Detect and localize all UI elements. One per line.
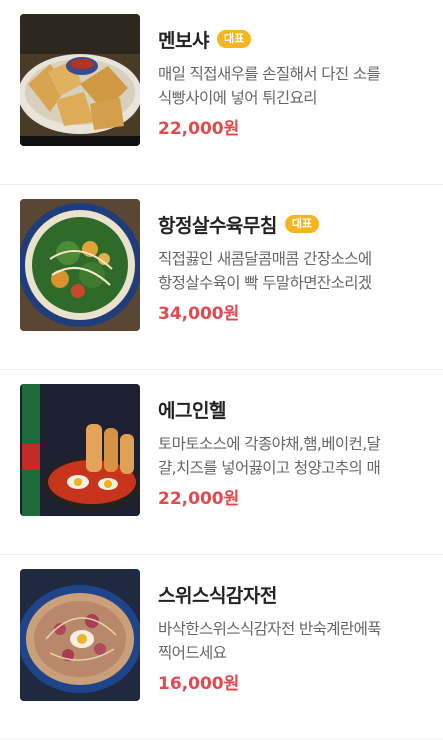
menu-item-potato-pancake[interactable]: 스위스식감자전 바삭한스위스식감자전 반숙계란에푹 찍어드세요 16,000원	[0, 555, 443, 740]
menu-item-info: 멘보샤 대표 매일 직접새우를 손질해서 다진 소를 식빵사이에 넣어 튀긴요리…	[158, 24, 433, 140]
menu-item-price: 16,000원	[158, 674, 240, 694]
potato-pancake-photo	[20, 569, 140, 701]
menu-item-name: 멘보샤	[158, 29, 209, 52]
description-line: 매일 직접새우를 손질해서 다진 소를	[158, 65, 381, 83]
description-line: 걀,치즈를 넣어끓이고 청양고추의 매	[158, 459, 381, 477]
menu-item-description: 토마토소스에 각종야채,햄,베이컨,달 걀,치즈를 넣어끓이고 청양고추의 매	[158, 432, 433, 480]
description-line: 바삭한스위스식감자전 반숙계란에푹	[158, 620, 381, 638]
menu-item-price: 22,000원	[158, 489, 240, 509]
description-line: 토마토소스에 각종야채,햄,베이컨,달	[158, 435, 381, 453]
menu-item-egg-in-hell[interactable]: 에그인헬 토마토소스에 각종야채,햄,베이컨,달 걀,치즈를 넣어끓이고 청양고…	[0, 370, 443, 555]
description-line: 찍어드세요	[158, 644, 227, 662]
egg-in-hell-photo	[20, 384, 140, 516]
description-line: 항정살수육이 빡 두말하면잔소리겠	[158, 274, 372, 292]
description-line: 식빵사이에 넣어 튀긴요리	[158, 89, 318, 107]
menu-item-price: 22,000원	[158, 119, 240, 139]
signature-badge: 대표	[216, 30, 252, 48]
menu-item-menbosha[interactable]: 멘보샤 대표 매일 직접새우를 손질해서 다진 소를 식빵사이에 넣어 튀긴요리…	[0, 0, 443, 185]
menu-list: 멘보샤 대표 매일 직접새우를 손질해서 다진 소를 식빵사이에 넣어 튀긴요리…	[0, 0, 443, 740]
menu-item-description: 직접끓인 새콤달콤매콤 간장소스에 항정살수육이 빡 두말하면잔소리겠	[158, 247, 433, 295]
menu-item-name: 에그인헬	[158, 399, 226, 422]
menu-item-info: 항정살수육무침 대표 직접끓인 새콤달콤매콤 간장소스에 항정살수육이 빡 두말…	[158, 209, 433, 325]
menu-item-price: 34,000원	[158, 304, 240, 324]
fried-shrimp-toast-photo	[20, 14, 140, 146]
menu-item-info: 에그인헬 토마토소스에 각종야채,햄,베이컨,달 걀,치즈를 넣어끓이고 청양고…	[158, 394, 433, 510]
menu-item-description: 매일 직접새우를 손질해서 다진 소를 식빵사이에 넣어 튀긴요리	[158, 62, 433, 110]
menu-item-pork-salad[interactable]: 항정살수육무침 대표 직접끓인 새콤달콤매콤 간장소스에 항정살수육이 빡 두말…	[0, 185, 443, 370]
menu-item-name: 항정살수육무침	[158, 214, 277, 237]
signature-badge: 대표	[284, 215, 320, 233]
menu-item-description: 바삭한스위스식감자전 반숙계란에푹 찍어드세요	[158, 617, 433, 665]
menu-item-name: 스위스식감자전	[158, 584, 277, 607]
description-line: 직접끓인 새콤달콤매콤 간장소스에	[158, 250, 372, 268]
pork-salad-photo	[20, 199, 140, 331]
menu-item-info: 스위스식감자전 바삭한스위스식감자전 반숙계란에푹 찍어드세요 16,000원	[158, 579, 433, 695]
